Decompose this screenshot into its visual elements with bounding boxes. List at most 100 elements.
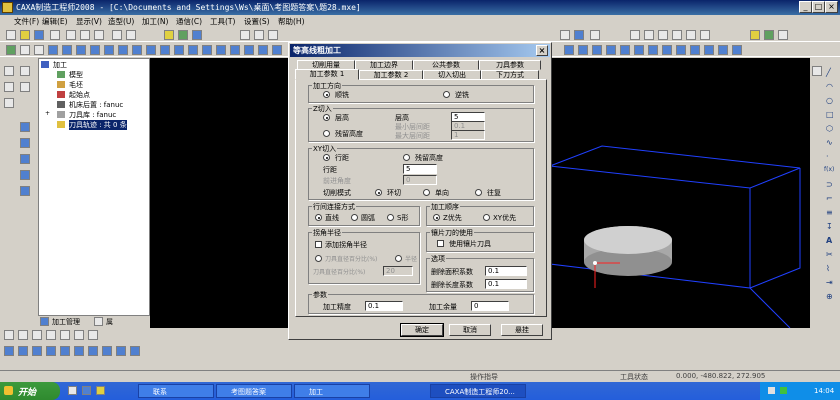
surface-blend-icon[interactable] [634, 45, 644, 55]
zoom-out-icon[interactable] [658, 30, 668, 40]
mode-loop-radio[interactable] [375, 189, 382, 196]
rt-formula-icon[interactable]: f(x) [824, 166, 834, 173]
surface-sweep-icon[interactable] [662, 45, 672, 55]
line-icon[interactable] [4, 98, 14, 108]
surface-net-icon[interactable] [704, 45, 714, 55]
bt-roughing-icon[interactable] [4, 346, 14, 356]
precision-field[interactable]: 0.1 [365, 301, 403, 311]
bt-select-icon[interactable] [4, 330, 14, 340]
angle-field[interactable]: 0 [403, 175, 437, 185]
bt-scale-icon[interactable] [74, 330, 84, 340]
add-corner-checkbox[interactable] [315, 241, 322, 248]
loft-icon[interactable] [62, 45, 72, 55]
bt-scan-icon[interactable] [32, 346, 42, 356]
surface-merge-icon[interactable] [648, 45, 658, 55]
connect-arc-radio[interactable] [351, 214, 358, 221]
hole-icon[interactable] [160, 45, 170, 55]
bt-pencil-icon[interactable] [74, 346, 84, 356]
rt-text-icon[interactable]: A [826, 236, 832, 245]
view-front-icon[interactable] [240, 30, 250, 40]
rt-arc-icon[interactable]: ◠ [826, 82, 833, 91]
thicken-icon[interactable] [272, 45, 282, 55]
rt-circle-icon[interactable]: ○ [826, 96, 833, 105]
sketch-icon[interactable] [6, 45, 16, 55]
cut-revolve-icon[interactable] [90, 45, 100, 55]
revolve-icon[interactable] [34, 45, 44, 55]
surface-icon[interactable] [230, 45, 240, 55]
surface-boundary-icon[interactable] [690, 45, 700, 55]
surface-offset-icon[interactable] [606, 45, 616, 55]
minimize-button[interactable]: _ [799, 1, 812, 13]
order-xy-radio[interactable] [483, 214, 490, 221]
mode-oneway-radio[interactable] [423, 189, 430, 196]
bt-zlevel-icon[interactable] [18, 346, 28, 356]
tree-root[interactable]: 加工 [53, 60, 67, 70]
bt-array-icon[interactable] [88, 330, 98, 340]
boolean-icon[interactable] [244, 45, 254, 55]
bt-copy-icon[interactable] [32, 330, 42, 340]
close-button[interactable]: × [825, 1, 838, 13]
quicklaunch-desktop-icon[interactable] [68, 386, 77, 395]
tool-path-icon[interactable] [20, 122, 30, 132]
task-answers[interactable]: 考图题答案 [216, 384, 292, 398]
rt-equidistant-icon[interactable]: ≡ [826, 208, 833, 217]
rt-spline-icon[interactable]: ∿ [826, 138, 833, 147]
display-icon[interactable] [750, 30, 760, 40]
pan-icon[interactable] [686, 30, 696, 40]
menu-file[interactable]: 文件(F) [14, 16, 39, 27]
task-machining[interactable]: 加工 [294, 384, 370, 398]
quicklaunch-ie-icon[interactable] [82, 386, 91, 395]
tab-machining[interactable]: 加工管理 [52, 317, 80, 327]
extrude-icon[interactable] [20, 45, 30, 55]
menu-view[interactable]: 显示(V) [76, 16, 102, 27]
menu-edit[interactable]: 编辑(E) [42, 16, 68, 27]
dialog-close-button[interactable]: × [536, 45, 548, 56]
menu-comm[interactable]: 通信(C) [176, 16, 202, 27]
undo-icon[interactable] [112, 30, 122, 40]
view-top-icon[interactable] [254, 30, 264, 40]
pattern-icon[interactable] [188, 45, 198, 55]
surface-revolve-icon[interactable] [732, 45, 742, 55]
trim-icon[interactable] [20, 82, 30, 92]
tab-common-params[interactable]: 公共参数 [413, 60, 479, 70]
rt-fillet-icon[interactable]: ⌐ [826, 194, 833, 203]
zoom-all-icon[interactable] [672, 30, 682, 40]
render-icon[interactable] [574, 30, 584, 40]
layer-icon[interactable] [178, 30, 188, 40]
quicklaunch-explorer-icon[interactable] [96, 386, 105, 395]
task-lianxi[interactable]: 联系 [138, 384, 214, 398]
surface-trim-icon[interactable] [564, 45, 574, 55]
drilling-icon[interactable] [20, 186, 30, 196]
menu-settings[interactable]: 设置(S) [244, 16, 270, 27]
sweep-icon[interactable] [48, 45, 58, 55]
tab-properties[interactable]: 属 [106, 317, 113, 327]
expand-icon[interactable]: + [45, 110, 50, 117]
fillet-icon[interactable] [104, 45, 114, 55]
bt-simulate-icon[interactable] [116, 346, 126, 356]
paste-icon[interactable] [94, 30, 104, 40]
scale-icon[interactable] [216, 45, 226, 55]
rt-rect-icon[interactable]: □ [826, 110, 834, 119]
color-icon[interactable] [192, 30, 202, 40]
tree-item-tool-library[interactable]: 刀具库 : fanuc [69, 110, 116, 120]
rt-project-icon[interactable]: ↧ [826, 222, 833, 231]
conventional-radio[interactable] [443, 91, 450, 98]
tray-network-icon[interactable] [768, 387, 775, 394]
menu-model[interactable]: 造型(U) [108, 16, 134, 27]
cut-icon[interactable] [66, 30, 76, 40]
shade-icon[interactable] [560, 30, 570, 40]
select-icon[interactable] [4, 66, 14, 76]
corner-percent-radio[interactable] [315, 255, 322, 262]
bt-contour-icon[interactable] [46, 346, 56, 356]
rt-line-icon[interactable]: ╱ [826, 68, 831, 77]
corner-percent-field[interactable]: 20 [383, 266, 413, 276]
start-button[interactable]: 开始 [0, 382, 60, 400]
print-icon[interactable] [50, 30, 60, 40]
view-side-icon[interactable] [268, 30, 278, 40]
draft-icon[interactable] [146, 45, 156, 55]
climb-radio[interactable] [323, 91, 330, 98]
new-file-icon[interactable] [6, 30, 16, 40]
open-file-icon[interactable] [20, 30, 30, 40]
surface-loft-icon[interactable] [718, 45, 728, 55]
mirror-icon[interactable] [202, 45, 212, 55]
